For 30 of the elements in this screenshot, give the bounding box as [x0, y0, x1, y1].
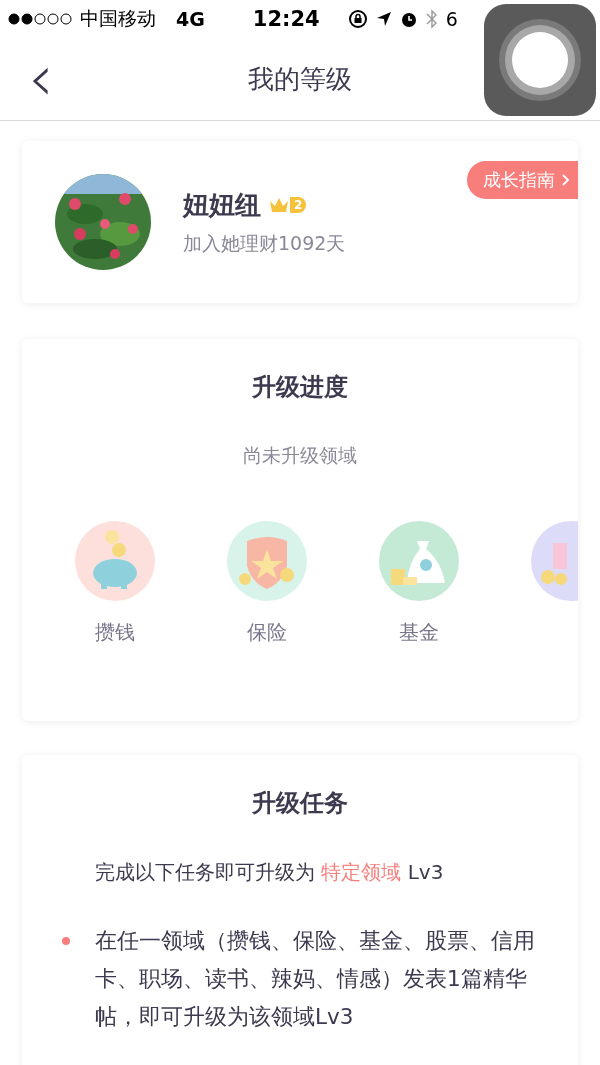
rotation-lock-icon	[347, 9, 368, 29]
signal-icon	[8, 13, 72, 25]
assistive-touch-button[interactable]	[484, 4, 596, 116]
bluetooth-icon	[425, 9, 438, 29]
crown-icon	[269, 197, 289, 213]
level-number: 2	[290, 197, 307, 213]
home-circle-icon	[498, 18, 582, 102]
section-subtitle: 尚未升级领域	[243, 443, 357, 468]
battery-percent: 6	[445, 8, 458, 30]
alarm-icon	[399, 10, 418, 28]
network-type: 4G	[176, 8, 205, 30]
page-title: 我的等级	[248, 62, 352, 96]
piggy-bank-icon[interactable]	[75, 521, 155, 601]
bullet-icon	[62, 937, 70, 945]
user-name: 妞妞纽	[183, 188, 261, 222]
join-days: 加入她理财1092天	[183, 230, 346, 257]
status-time: 12:24	[252, 7, 320, 31]
domain-label: 基金	[399, 619, 439, 646]
shield-icon[interactable]	[227, 521, 307, 601]
back-button[interactable]: ‹	[22, 46, 60, 110]
task-text: 在任一领域（攒钱、保险、基金、股票、信用卡、职场、读书、辣妈、情感）发表1篇精华帖，即可升级为该领域Lv3	[95, 927, 535, 1031]
task-intro: 完成以下任务即可升级为 特定领域 Lv3	[95, 859, 445, 886]
domain-label: 保险	[247, 619, 287, 646]
chevron-icon	[561, 173, 570, 187]
carrier-name: 中国移动	[80, 6, 156, 31]
money-bag-icon[interactable]	[379, 521, 459, 601]
section-title: 升级任务	[251, 788, 349, 819]
location-icon	[375, 11, 392, 27]
section-title: 升级进度	[252, 372, 348, 403]
domain-label: 攒钱	[95, 619, 135, 646]
